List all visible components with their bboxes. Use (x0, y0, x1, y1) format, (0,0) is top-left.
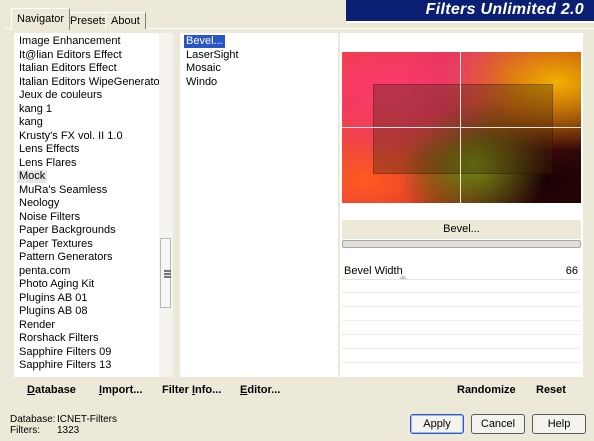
category-item[interactable]: Lens Flares (19, 157, 76, 170)
filter-item[interactable]: LaserSight (186, 49, 239, 62)
parameter-action-bar: Randomize Reset (340, 379, 583, 401)
parameter-value: 66 (565, 265, 578, 277)
slider-marker-icon (399, 275, 407, 279)
category-item[interactable]: kang (19, 116, 43, 129)
scrollbar-thumb[interactable]: ▬ ▬ ▬ (160, 238, 171, 308)
category-item[interactable]: MuRa's Seamless (19, 184, 107, 197)
filter-info-button[interactable]: Filter Info... (162, 384, 221, 396)
category-item[interactable]: Italian Editors Effect (19, 62, 117, 75)
parameter-label: Bevel Width (344, 265, 403, 277)
category-item[interactable]: Sapphire Filters 13 (19, 359, 111, 372)
category-item[interactable]: Neology (19, 197, 59, 210)
parameter-row-empty (342, 362, 581, 363)
filter-name-button[interactable]: Bevel... (342, 220, 581, 239)
filter-list[interactable]: Bevel... LaserSight Mosaic Windo (180, 33, 338, 377)
list-action-bar: Database Import... Filter Info... Editor… (14, 379, 338, 401)
tab-navigator[interactable]: Navigator (11, 8, 71, 30)
preview-zoom-bar[interactable] (342, 240, 581, 248)
app-title: Filters Unlimited 2.0 (425, 1, 584, 18)
category-item[interactable]: Rorshack Filters (19, 332, 98, 345)
tab-about[interactable]: About (105, 12, 146, 29)
preview-image[interactable] (342, 52, 581, 203)
category-item[interactable]: Pattern Generators (19, 251, 113, 264)
category-item[interactable]: Plugins AB 01 (19, 292, 88, 305)
editor-button[interactable]: Editor... (240, 384, 280, 396)
parameter-row-empty (342, 320, 581, 321)
reset-button[interactable]: Reset (536, 384, 566, 396)
category-item[interactable]: penta.com (19, 265, 70, 278)
parameter-row-empty (342, 306, 581, 307)
category-item[interactable]: Paper Backgrounds (19, 224, 116, 237)
parameter-row-empty (342, 292, 581, 293)
category-item[interactable]: Krusty's FX vol. II 1.0 (19, 130, 123, 143)
parameter-row-empty (342, 334, 581, 335)
category-item[interactable]: It@lian Editors Effect (19, 49, 122, 62)
apply-button[interactable]: Apply (410, 414, 464, 434)
filters-count-label: Filters: (10, 425, 40, 436)
filter-item[interactable]: Mosaic (186, 62, 221, 75)
category-item[interactable]: Jeux de couleurs (19, 89, 102, 102)
category-item[interactable]: Paper Textures (19, 238, 93, 251)
parameter-row-empty (342, 348, 581, 349)
filter-item[interactable]: Windo (186, 76, 217, 89)
cancel-button[interactable]: Cancel (471, 414, 525, 434)
parameter-row[interactable]: Bevel Width 66 (342, 264, 581, 280)
category-item[interactable]: Lens Effects (19, 143, 79, 156)
preview-crosshair-vertical (460, 52, 461, 203)
preview-crosshair-horizontal (342, 127, 581, 128)
category-item[interactable]: kang 1 (19, 103, 52, 116)
database-button[interactable]: Database (27, 384, 76, 396)
category-item[interactable]: Italian Editors WipeGenerator (19, 76, 163, 89)
category-item[interactable]: Sapphire Filters 09 (19, 346, 111, 359)
category-item[interactable]: Noise Filters (19, 211, 80, 224)
help-button[interactable]: Help (532, 414, 586, 434)
category-item[interactable]: Image Enhancement (19, 35, 121, 48)
preview-bevel-area (373, 84, 553, 174)
category-item[interactable]: Render (19, 319, 55, 332)
filter-item-selected[interactable]: Bevel... (184, 35, 225, 48)
randomize-button[interactable]: Randomize (457, 384, 516, 396)
category-list[interactable]: Image Enhancement It@lian Editors Effect… (14, 33, 173, 377)
category-item-selected[interactable]: Mock (17, 170, 48, 183)
grip-icon: ▬ ▬ ▬ (164, 267, 171, 280)
filters-count-value: 1323 (57, 425, 80, 436)
title-banner: Filters Unlimited 2.0 (346, 0, 594, 23)
category-item[interactable]: Photo Aging Kit (19, 278, 94, 291)
category-scrollbar[interactable] (159, 33, 173, 377)
import-button[interactable]: Import... (99, 384, 142, 396)
category-item[interactable]: Plugins AB 08 (19, 305, 88, 318)
